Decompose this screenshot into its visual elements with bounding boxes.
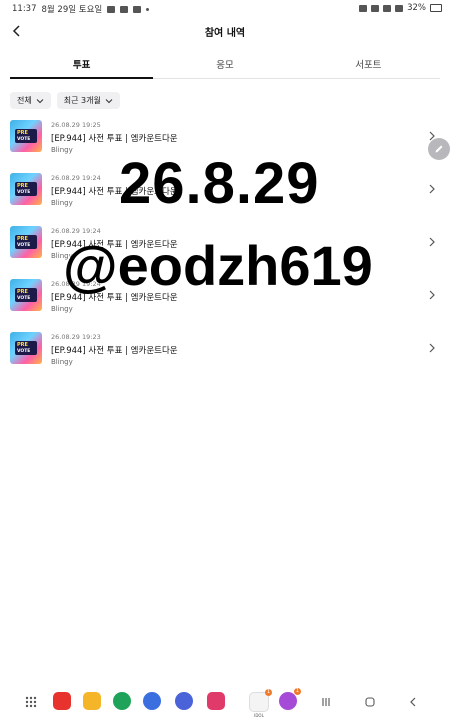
chevron-right-icon (429, 343, 435, 353)
period-filter-label: 최근 3개월 (63, 96, 101, 105)
notification-badge: 1 (265, 689, 272, 696)
period-filter-dropdown[interactable]: 최근 3개월 (56, 92, 120, 109)
camera-app-icon[interactable] (207, 692, 225, 710)
item-source: Blingy (51, 146, 73, 154)
battery-percent: 32% (407, 3, 426, 13)
home-button[interactable] (362, 694, 378, 710)
mute-icon (371, 4, 380, 12)
vote-thumbnail: PRE VOTE (10, 279, 42, 311)
app-drawer-icon[interactable] (24, 695, 38, 709)
thumb-text-top: PRE (17, 289, 28, 295)
messages-app-icon[interactable] (143, 692, 161, 710)
thumb-text-bottom: VOTE (17, 190, 31, 195)
cloud-icon (133, 5, 142, 13)
message-icon (120, 5, 129, 13)
battery-icon (430, 4, 442, 12)
list-item[interactable]: PRE VOTE 26.08.29 19:23 [EP.944] 사전 투표 |… (0, 328, 450, 378)
tab-entry[interactable]: 응모 (153, 52, 296, 78)
type-filter-dropdown[interactable]: 전체 (10, 92, 51, 109)
item-source: Blingy (51, 305, 73, 313)
thumb-text-top: PRE (17, 130, 28, 136)
item-source: Blingy (51, 199, 73, 207)
back-nav-button[interactable] (405, 694, 421, 710)
chevron-right-icon (429, 184, 435, 194)
more-notifications-icon (146, 7, 150, 11)
item-title: [EP.944] 사전 투표 | 엠카운트다운 (51, 134, 178, 144)
vote-thumbnail: PRE VOTE (10, 332, 42, 364)
notification-badge: 1 (294, 688, 301, 695)
item-date: 26.08.29 19:25 (51, 121, 101, 129)
m-app-icon[interactable]: 1 (279, 688, 301, 710)
thumb-text-bottom: VOTE (17, 137, 31, 142)
status-date: 8월 29일 토요일 (41, 5, 103, 15)
tab-support[interactable]: 서포트 (297, 52, 440, 78)
status-bar: 11:37 8월 29일 토요일 32% (0, 0, 450, 16)
type-filter-label: 전체 (17, 96, 32, 105)
tab-bar: 투표 응모 서포트 (10, 52, 440, 79)
notes-app-icon[interactable] (83, 692, 101, 710)
header: 참여 내역 (0, 18, 450, 44)
thumb-text-bottom: VOTE (17, 296, 31, 301)
edit-button[interactable] (428, 138, 450, 160)
home-icon (365, 697, 375, 707)
page-title: 참여 내역 (204, 28, 246, 39)
thumb-text-top: PRE (17, 183, 28, 189)
item-source: Blingy (51, 358, 73, 366)
battery-saver-icon (359, 4, 368, 12)
recents-icon (322, 698, 330, 706)
status-time: 11:37 (12, 4, 37, 14)
thumb-text-top: PRE (17, 342, 28, 348)
vote-thumbnail: PRE VOTE (10, 226, 42, 258)
flipboard-app-icon[interactable] (53, 692, 71, 710)
chevron-down-icon (36, 98, 44, 103)
phone-app-icon[interactable] (113, 692, 131, 710)
item-title: [EP.944] 사전 투표 | 엠카운트다운 (51, 346, 178, 356)
vote-thumbnail: PRE VOTE (10, 173, 42, 205)
pencil-icon (435, 145, 443, 153)
filter-bar: 전체 최근 3개월 (10, 92, 120, 109)
app-label: IDOL (254, 713, 264, 718)
item-date: 26.08.29 19:24 (51, 174, 101, 182)
block-icon (395, 4, 404, 12)
internet-app-icon[interactable] (175, 692, 193, 710)
recents-button[interactable] (318, 694, 334, 710)
overlay-handle-text: @eodzh619 (63, 234, 373, 297)
tab-vote[interactable]: 투표 (10, 52, 154, 79)
thumb-text-top: PRE (17, 236, 28, 242)
chevron-right-icon (429, 290, 435, 300)
overlay-date-text: 26.8.29 (119, 151, 320, 216)
gallery-icon (107, 5, 116, 13)
back-nav-icon (410, 697, 416, 707)
thumb-text-bottom: VOTE (17, 243, 31, 248)
chevron-down-icon (105, 98, 113, 103)
chevron-right-icon (429, 237, 435, 247)
taskbar: 1 IDOL 1 (0, 684, 450, 720)
vote-thumbnail: PRE VOTE (10, 120, 42, 152)
status-right: 32% (359, 3, 442, 13)
status-left: 11:37 8월 29일 토요일 (12, 3, 150, 15)
item-date: 26.08.29 19:23 (51, 333, 101, 341)
wifi-icon (383, 4, 392, 12)
thumb-text-bottom: VOTE (17, 349, 31, 354)
idol-app-icon[interactable]: 1 IDOL (249, 689, 272, 718)
